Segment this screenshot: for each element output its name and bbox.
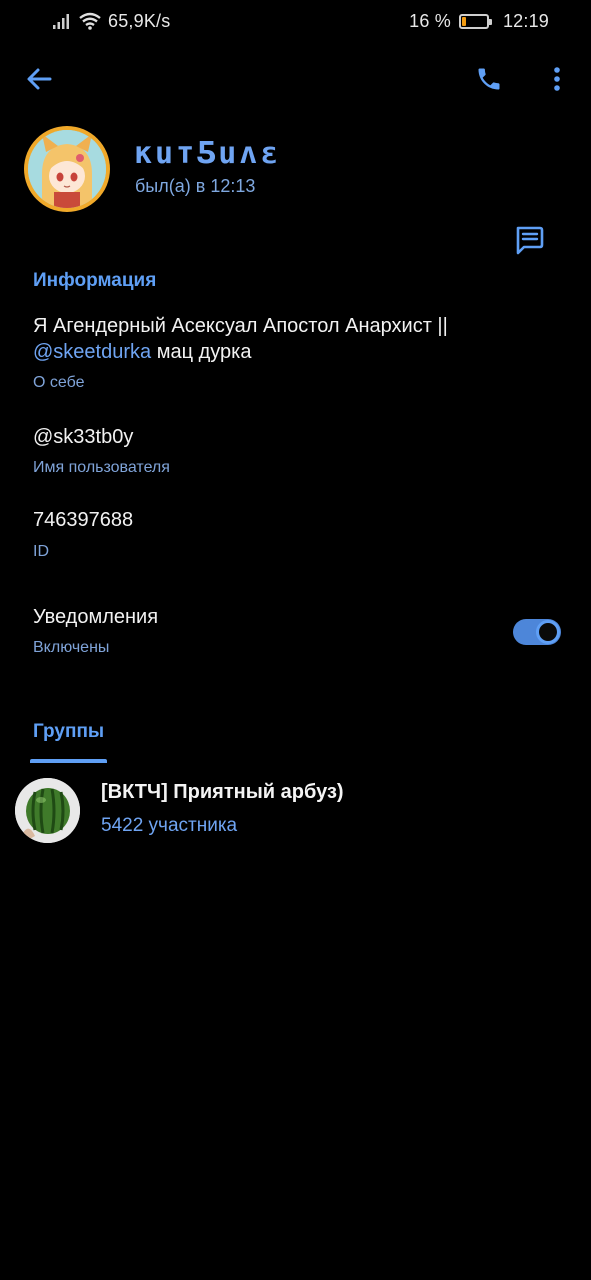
notifications-toggle[interactable] [513,619,561,645]
watermelon-image [15,778,80,843]
user-id-label: ID [33,543,49,560]
tab-groups[interactable]: Группы [33,721,104,743]
more-vertical-icon [554,67,560,91]
battery-level-fill [461,16,466,26]
wifi-icon [79,12,101,30]
bio-mention-link[interactable]: @skeetdurka [33,341,151,363]
group-members-count: 5422 участника [101,815,238,836]
more-menu-button[interactable] [535,57,579,101]
battery-icon [458,13,492,29]
avatar-image [28,130,106,208]
profile-name: ĸuтƼuʌɛ [134,136,282,171]
phone-icon [478,68,500,90]
user-id-value[interactable]: 746397688 [33,507,133,533]
call-button[interactable] [467,57,511,101]
group-name: [ВКТЧ] Приятный арбуз) [101,781,344,803]
notifications-title[interactable]: Уведомления [33,604,158,630]
info-section-title: Информация [33,270,157,291]
group-avatar [15,778,80,843]
network-speed: 65,9K/s [108,10,171,31]
last-seen-status: был(а) в 12:13 [135,176,256,196]
send-message-button[interactable] [507,218,551,262]
bio-text-part1: Я Агендерный Асексуал Апостол Анархист |… [33,315,448,337]
status-bar-left: 65,9K/s [52,8,170,34]
username-value[interactable]: @sk33tb0y [33,424,133,450]
anime-fox-girl-avatar [28,130,106,208]
clock: 12:19 [502,10,549,31]
chat-bubble-icon [516,226,544,255]
notifications-state: Включены [33,639,110,656]
toggle-knob [536,620,560,644]
profile-avatar[interactable] [24,126,110,212]
bio-text-part2: мац дурка [151,341,252,363]
back-button[interactable] [17,57,61,101]
battery-percent: 16 % [409,10,451,31]
bio-label: О себе [33,374,85,391]
signal-icon [53,14,69,29]
username-label: Имя пользователя [33,459,170,476]
arrow-left-icon [27,68,52,90]
status-bar-right: 16 % 12:19 [409,8,549,34]
tab-groups-indicator [30,759,107,763]
bio-text[interactable]: Я Агендерный Асексуал Апостол Анархист |… [33,313,563,365]
